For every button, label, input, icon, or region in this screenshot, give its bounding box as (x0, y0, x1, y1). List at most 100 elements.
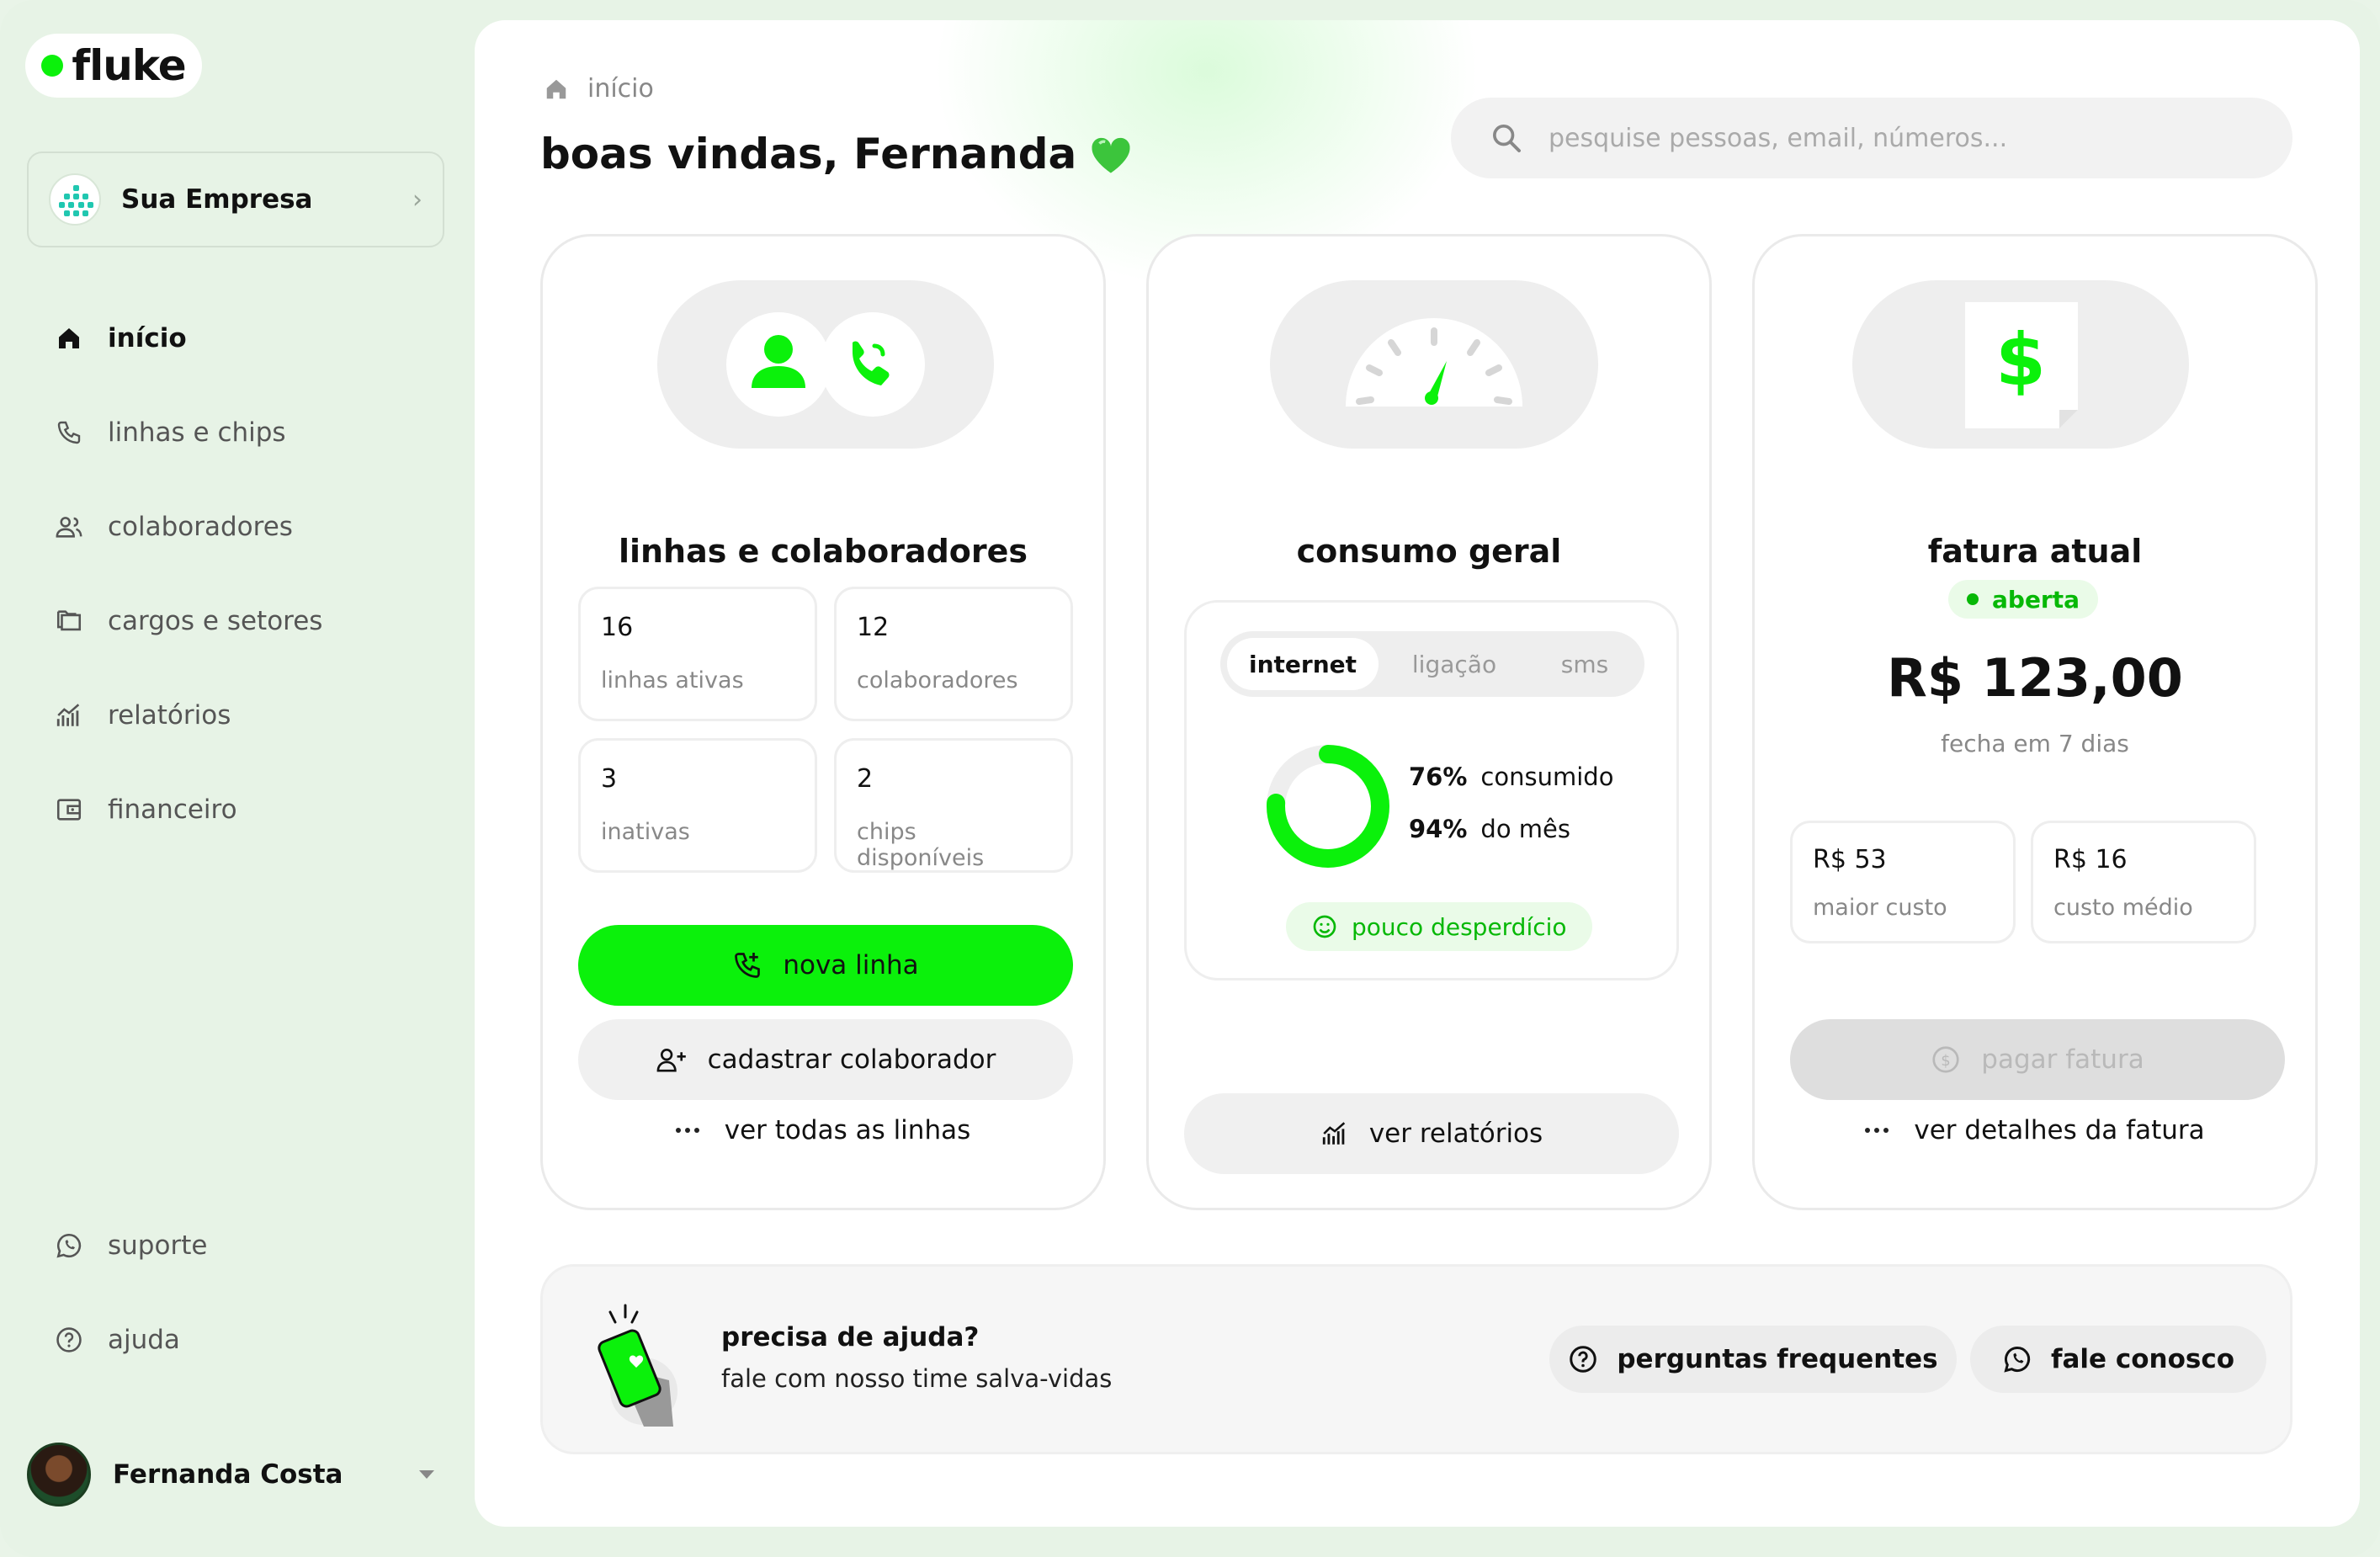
stat-average-cost[interactable]: R$ 16 custo médio (2031, 821, 2256, 943)
lines-hero (657, 280, 994, 449)
stat-highest-cost[interactable]: R$ 53 maior custo (1790, 821, 2016, 943)
card-usage: consumo geral internet ligação sms 76% co… (1146, 234, 1712, 1210)
person-bubble-icon (726, 312, 831, 417)
sidebar-item-label: colaboradores (108, 512, 293, 542)
phone-plus-icon (735, 953, 761, 978)
button-label: perguntas frequentes (1617, 1344, 1938, 1374)
sidebar-item-relatorios[interactable]: relatórios (54, 690, 424, 741)
card-invoice: $ fatura atual aberta R$ 123,00 fecha em… (1752, 234, 2318, 1210)
logo-text: fluke (72, 41, 186, 90)
invoice-hero: $ (1852, 280, 2189, 449)
stat-label: inativas (601, 819, 690, 845)
stat-value: R$ 53 (1813, 845, 1887, 874)
tab-internet[interactable]: internet (1227, 638, 1379, 690)
help-subtitle: fale com nosso time salva-vidas (721, 1364, 1113, 1393)
green-heart-icon (1092, 137, 1130, 173)
pay-invoice-button[interactable]: $ pagar fatura (1790, 1019, 2285, 1100)
view-reports-button[interactable]: ver relatórios (1184, 1093, 1679, 1174)
chevron-right-icon: › (412, 184, 422, 215)
breadcrumb: início (544, 74, 654, 104)
search-input[interactable] (1547, 122, 2223, 154)
card-lines-collaborators: linhas e colaboradores 16 linhas ativas … (540, 234, 1106, 1210)
phone-icon (54, 417, 84, 448)
sidebar-item-label: cargos e setores (108, 606, 323, 636)
more-dots-icon (1865, 1128, 1889, 1133)
wallet-icon (54, 794, 84, 825)
register-collaborator-button[interactable]: cadastrar colaborador (578, 1019, 1073, 1100)
status-badge: aberta (1948, 580, 2099, 619)
stat-value: 16 (601, 613, 634, 642)
usage-ring-chart (1267, 745, 1389, 868)
fluke-logo[interactable]: fluke (25, 34, 202, 98)
sidebar-item-label: financeiro (108, 794, 237, 825)
month-label: do mês (1480, 815, 1570, 843)
search-bar[interactable] (1451, 98, 2292, 178)
stat-available-chips[interactable]: 2 chips disponíveis (834, 738, 1073, 873)
status-dot-icon (1967, 593, 1979, 605)
stat-collaborators[interactable]: 12 colaboradores (834, 587, 1073, 721)
company-name: Sua Empresa (121, 184, 313, 215)
new-line-button[interactable]: nova linha (578, 925, 1073, 1006)
breadcrumb-current: início (587, 74, 654, 104)
stat-label: linhas ativas (601, 667, 744, 693)
sidebar-item-inicio[interactable]: início (54, 313, 424, 364)
tab-ligacao[interactable]: ligação (1379, 638, 1530, 690)
sidebar-item-linhas-e-chips[interactable]: linhas e chips (54, 407, 424, 458)
help-circle-icon (54, 1325, 84, 1355)
whatsapp-icon (2004, 1346, 2031, 1373)
whatsapp-icon (54, 1230, 84, 1261)
invoice-dollar-icon: $ (1965, 302, 2078, 428)
sidebar-item-cargos-e-setores[interactable]: cargos e setores (54, 596, 424, 646)
sidebar-item-colaboradores[interactable]: colaboradores (54, 502, 424, 552)
chart-icon (1322, 1122, 1345, 1145)
badge-label: pouco desperdício (1352, 912, 1567, 941)
home-icon (54, 323, 84, 353)
card-title: linhas e colaboradores (618, 533, 1028, 570)
folders-icon (54, 606, 84, 636)
card-title: consumo geral (1296, 533, 1562, 570)
svg-text:$: $ (1942, 1052, 1951, 1070)
faq-button[interactable]: perguntas frequentes (1549, 1326, 1957, 1393)
contact-button[interactable]: fale conosco (1970, 1326, 2266, 1393)
view-invoice-details-link[interactable]: ver detalhes da fatura (1755, 1115, 2315, 1145)
sidebar-item-label: relatórios (108, 700, 231, 731)
greeting-text: boas vindas, Fernanda (540, 130, 1077, 178)
sidebar-item-label: linhas e chips (108, 417, 286, 448)
main-panel: início boas vindas, Fernanda linhas e co… (475, 20, 2360, 1527)
card-title: fatura atual (1927, 533, 2143, 570)
consumed-pct: 76% (1409, 763, 1468, 791)
stat-value: 3 (601, 764, 618, 794)
waste-badge: pouco desperdício (1286, 902, 1592, 951)
tab-sms[interactable]: sms (1530, 638, 1639, 690)
home-icon (546, 79, 566, 98)
user-name: Fernanda Costa (113, 1459, 343, 1490)
company-selector[interactable]: Sua Empresa › (27, 151, 444, 247)
stat-label: maior custo (1813, 895, 1947, 921)
sidebar-item-suporte[interactable]: suporte (54, 1220, 424, 1271)
stat-inactive[interactable]: 3 inativas (578, 738, 817, 873)
stat-value: 2 (857, 764, 874, 794)
button-label: nova linha (783, 950, 919, 980)
help-circle-icon (1570, 1346, 1597, 1373)
logo-dot-icon (41, 55, 64, 77)
usage-tabs: internet ligação sms (1220, 631, 1644, 697)
dollar-circle-icon: $ (1932, 1046, 1959, 1073)
currency-symbol: R$ (1887, 647, 1964, 709)
user-plus-icon (656, 1048, 686, 1072)
link-label: ver todas as linhas (724, 1115, 971, 1145)
status-label: aberta (1992, 585, 2080, 614)
view-all-lines-link[interactable]: ver todas as linhas (543, 1115, 1103, 1145)
page-title: boas vindas, Fernanda (540, 130, 1134, 178)
svg-text:$: $ (1995, 318, 2046, 402)
user-menu[interactable]: Fernanda Costa (27, 1441, 444, 1508)
usage-hero (1270, 280, 1598, 449)
sidebar-item-label: ajuda (108, 1325, 180, 1355)
sidebar-item-financeiro[interactable]: financeiro (54, 784, 424, 835)
sidebar-item-ajuda[interactable]: ajuda (54, 1315, 424, 1365)
usage-panel: internet ligação sms 76% consumido 94% do … (1184, 600, 1679, 980)
button-label: fale conosco (2050, 1344, 2234, 1374)
stat-active-lines[interactable]: 16 linhas ativas (578, 587, 817, 721)
stat-label: chips disponíveis (857, 819, 985, 871)
sidebar-item-label: início (108, 323, 187, 353)
consumed-row: 76% consumido (1409, 763, 1613, 791)
